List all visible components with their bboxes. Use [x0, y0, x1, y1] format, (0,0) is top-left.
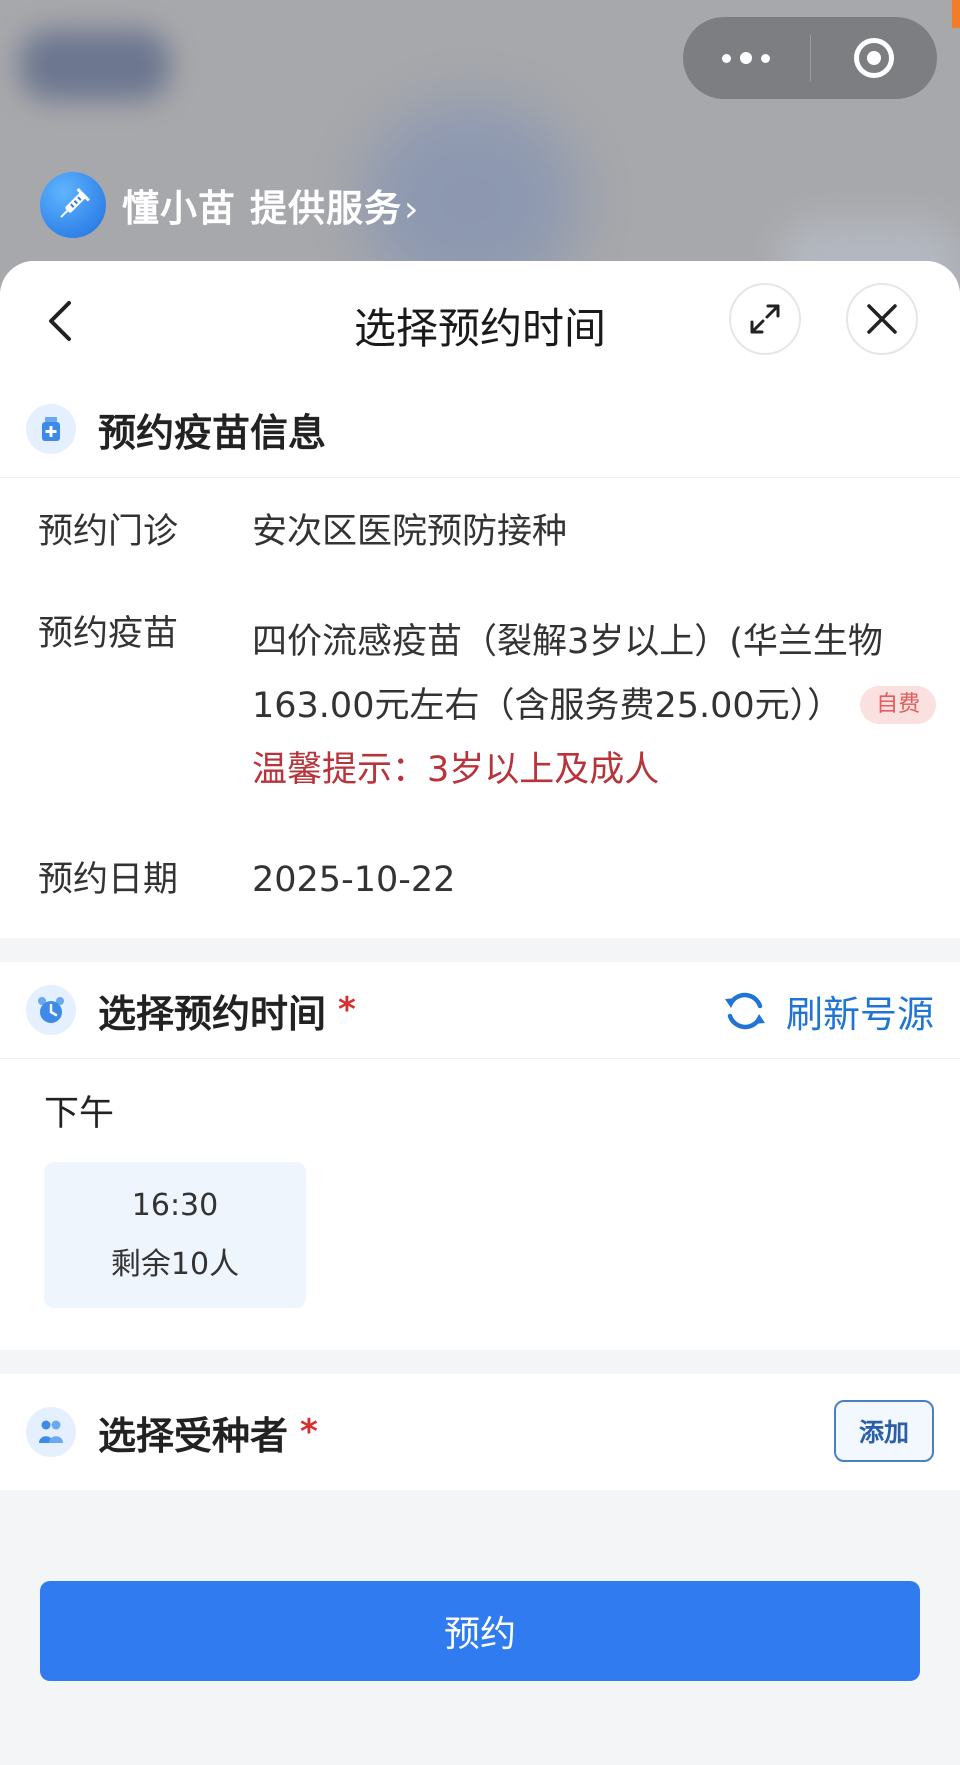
- vaccine-info-header: 预约疫苗信息: [0, 381, 960, 477]
- book-button[interactable]: 预约: [40, 1581, 920, 1681]
- service-provider-link[interactable]: 懂小苗 提供服务›: [40, 172, 419, 238]
- time-select-section: 选择预约时间 * 刷新号源 下午 16:30 剩余10人: [0, 962, 960, 1350]
- clinic-label: 预约门诊: [38, 512, 179, 552]
- vaccine-value: 四价流感疫苗（裂解3岁以上）(华兰生物 163.00元左右（含服务费25.00元…: [252, 610, 960, 802]
- time-select-header: 选择预约时间 * 刷新号源: [0, 962, 960, 1058]
- exit-button[interactable]: [811, 17, 938, 99]
- section-title: 选择预约时间: [98, 991, 327, 1036]
- vaccine-info-body: 预约门诊 安次区医院预防接种 预约疫苗 四价流感疫苗（裂解3岁以上）(华兰生物 …: [0, 477, 960, 938]
- refresh-icon: [725, 992, 765, 1030]
- provider-label: 懂小苗 提供服务›: [122, 178, 419, 232]
- self-pay-badge: 自费: [860, 686, 937, 724]
- add-recipient-button[interactable]: 添加: [834, 1400, 934, 1462]
- vaccine-row: 预约疫苗 四价流感疫苗（裂解3岁以上）(华兰生物 163.00元左右（含服务费2…: [0, 610, 960, 802]
- date-row: 预约日期 2025-10-22: [0, 856, 960, 904]
- vaccine-name-line1: 四价流感疫苗（裂解3岁以上）(华兰生物: [252, 622, 883, 662]
- vaccine-bottle-icon: [26, 404, 76, 454]
- expand-button[interactable]: [729, 283, 801, 355]
- more-dots-icon: [722, 52, 771, 64]
- vaccine-label: 预约疫苗: [38, 614, 179, 654]
- required-mark: *: [338, 990, 356, 1030]
- people-icon: [26, 1407, 76, 1457]
- booking-sheet: 选择预约时间 预约疫苗信息 预约门诊 安次区医院预防接种 预约疫苗 四价流感疫苗…: [0, 261, 960, 1765]
- warm-tip: 温馨提示：3岁以上及成人: [252, 750, 660, 790]
- syringe-icon: [40, 172, 106, 238]
- expand-arrows-icon: [750, 304, 780, 334]
- more-button[interactable]: [683, 17, 810, 99]
- slot-remaining: 剩余10人: [110, 1246, 240, 1282]
- close-icon: [867, 304, 897, 334]
- time-slots-body: 下午 16:30 剩余10人: [0, 1058, 960, 1350]
- clinic-value: 安次区医院预防接种: [252, 512, 568, 552]
- section-title: 预约疫苗信息: [98, 410, 327, 455]
- refresh-label: 刷新号源: [786, 993, 934, 1036]
- sheet-title: 选择预约时间: [353, 304, 606, 353]
- vaccine-info-section: 预约疫苗信息 预约门诊 安次区医院预防接种 预约疫苗 四价流感疫苗（裂解3岁以上…: [0, 381, 960, 938]
- close-button[interactable]: [846, 283, 918, 355]
- recipient-section: 选择受种者 * 添加: [0, 1374, 960, 1490]
- chevron-right-icon: ›: [404, 189, 420, 230]
- section-divider: [0, 1350, 960, 1374]
- edge-accent: [952, 0, 960, 28]
- clinic-row: 预约门诊 安次区医院预防接种: [0, 508, 960, 556]
- section-divider: [0, 938, 960, 962]
- refresh-button[interactable]: 刷新号源: [720, 984, 934, 1038]
- target-icon: [853, 38, 894, 78]
- date-value: 2025-10-22: [252, 860, 456, 900]
- vaccine-price: 163.00元左右（含服务费25.00元））: [252, 686, 843, 726]
- alarm-clock-icon: [26, 985, 76, 1035]
- miniapp-capsule: [683, 17, 937, 99]
- period-label: 下午: [44, 1094, 115, 1134]
- required-mark: *: [300, 1412, 318, 1452]
- date-label: 预约日期: [38, 860, 179, 900]
- sheet-header: 选择预约时间: [0, 261, 960, 381]
- blurred-shape: [20, 30, 170, 100]
- recipient-header: 选择受种者 * 添加: [0, 1374, 960, 1490]
- provider-name: 懂小苗: [122, 187, 236, 230]
- background-backdrop: 懂小苗 提供服务›: [0, 0, 960, 300]
- time-slot[interactable]: 16:30 剩余10人: [44, 1162, 306, 1308]
- vaccine-name-line2: 163.00元左右（含服务费25.00元）） 自费: [252, 674, 946, 738]
- section-title: 选择受种者: [98, 1413, 289, 1458]
- provider-service: 提供服务: [250, 187, 402, 230]
- slot-time: 16:30: [131, 1187, 219, 1223]
